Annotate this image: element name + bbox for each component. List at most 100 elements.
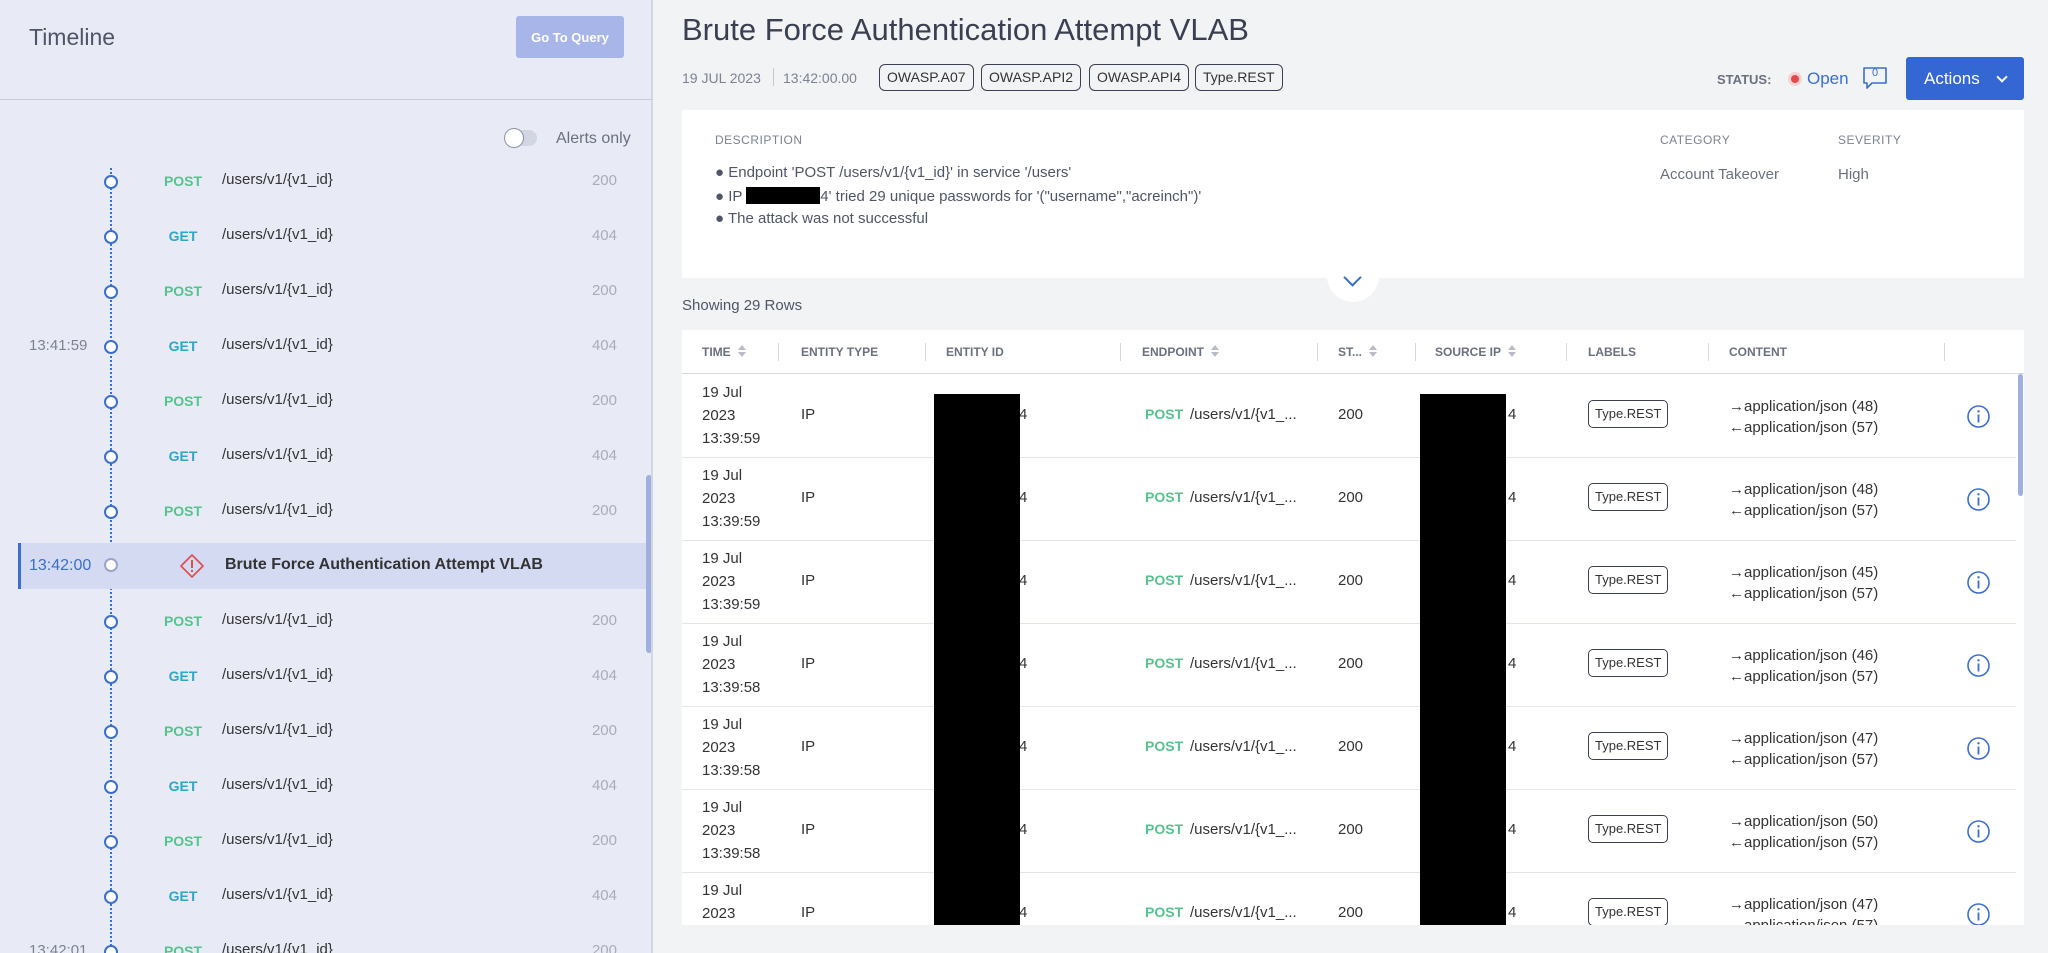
table-row[interactable]: 19 Jul 2023 13:39:59 IP 4 POST/users/v1/{v1_.…: [682, 541, 2016, 624]
tag-owasp-api4[interactable]: OWASP.API4: [1089, 64, 1190, 91]
column-divider: [1120, 343, 1121, 361]
redacted-entity-id-column: [934, 394, 1020, 925]
severity-value: High: [1838, 166, 1869, 183]
timeline-node-icon: [104, 725, 118, 739]
timeline-alert-row[interactable]: 13:42:00 Brute Force Authentication Attem…: [18, 543, 648, 589]
col-source-ip[interactable]: SOURCE IP: [1435, 345, 1517, 359]
timeline-node-icon: [104, 945, 118, 953]
sort-icon[interactable]: [1508, 345, 1517, 357]
cell-entity-id: 4: [1019, 821, 1028, 838]
cell-clock: 13:39:58: [702, 845, 761, 862]
cell-method: POST: [1145, 821, 1184, 837]
table-row[interactable]: 19 Jul 2023 13:39:58 IP 4 POST/users/v1/{v1_.…: [682, 624, 2016, 707]
timeline-path: /users/v1/{v1_id}: [222, 171, 333, 188]
table-row[interactable]: 19 Jul 2023 13:39:58 IP 4 POST/users/v1/{v1_.…: [682, 790, 2016, 873]
timeline-row[interactable]: POST/users/v1/{v1_id} 200: [0, 606, 651, 636]
info-icon[interactable]: [1966, 570, 1991, 595]
cell-label-tag[interactable]: Type.REST: [1588, 483, 1669, 511]
column-divider: [1566, 343, 1567, 361]
timeline-row[interactable]: GET/users/v1/{v1_id} 404: [0, 771, 651, 801]
timeline-method: POST: [163, 723, 203, 739]
cell-entity-type: IP: [801, 572, 816, 589]
table-header: TIME ENTITY TYPE ENTITY ID ENDPOINT ST..…: [682, 330, 2024, 374]
sort-icon[interactable]: [737, 345, 746, 357]
col-status[interactable]: ST...: [1338, 345, 1378, 359]
timeline-row[interactable]: 13:41:59 GET/users/v1/{v1_id} 404: [0, 331, 651, 361]
expand-description-button[interactable]: [1327, 262, 1379, 302]
tag-type-rest[interactable]: Type.REST: [1195, 64, 1283, 91]
cell-source-ip: 4: [1508, 572, 1517, 589]
timeline-row[interactable]: GET/users/v1/{v1_id} 404: [0, 661, 651, 691]
table-row[interactable]: 19 Jul 2023 13:39:59 IP 4 POST/users/v1/{v1_.…: [682, 375, 2016, 458]
column-divider: [1317, 343, 1318, 361]
description-ip-suffix: 4' tried 29 unique passwords for '("user…: [820, 188, 1202, 205]
timeline-path: /users/v1/{v1_id}: [222, 666, 333, 683]
timeline-status: 200: [591, 942, 617, 953]
actions-button[interactable]: Actions: [1906, 57, 2024, 100]
timeline-row[interactable]: POST/users/v1/{v1_id} 200: [0, 826, 651, 856]
table-row[interactable]: 19 Jul 2023 13:39:59 IP 4 POST/users/v1/{v1_.…: [682, 458, 2016, 541]
cell-label-tag[interactable]: Type.REST: [1588, 400, 1669, 428]
info-icon[interactable]: [1966, 902, 1991, 925]
timeline-time: 13:41:59: [29, 337, 88, 354]
description-header: DESCRIPTION: [715, 133, 803, 147]
table-row[interactable]: 19 Jul 2023 13:39:58 IP 4 POST/users/v1/{v1_.…: [682, 707, 2016, 790]
timeline-status: 200: [591, 722, 617, 739]
timeline-row[interactable]: GET/users/v1/{v1_id} 404: [0, 221, 651, 251]
tag-owasp-a07[interactable]: OWASP.A07: [879, 64, 974, 91]
timeline-row[interactable]: 13:42:01 POST/users/v1/{v1_id} 200: [0, 936, 651, 953]
cell-source-ip: 4: [1508, 821, 1517, 838]
cell-label-tag[interactable]: Type.REST: [1588, 732, 1669, 760]
timeline-path: /users/v1/{v1_id}: [222, 776, 333, 793]
status-label: STATUS:: [1717, 72, 1772, 87]
toggle-knob[interactable]: [504, 128, 524, 148]
timeline-node-icon: [104, 835, 118, 849]
col-endpoint[interactable]: ENDPOINT: [1142, 345, 1220, 359]
timeline-row[interactable]: POST/users/v1/{v1_id} 200: [0, 386, 651, 416]
cell-date-year: 2023: [702, 739, 736, 756]
content-request: →application/json (48): [1729, 481, 1879, 498]
timeline-row[interactable]: GET/users/v1/{v1_id} 404: [0, 441, 651, 471]
timeline-method: GET: [168, 778, 198, 794]
cell-content: →application/json (50) ←application/json …: [1729, 811, 1878, 853]
cell-date-day: 19 Jul: [702, 716, 743, 733]
info-icon[interactable]: [1966, 404, 1991, 429]
alert-date: 19 JUL 2023: [682, 70, 761, 86]
info-icon[interactable]: [1966, 736, 1991, 761]
table-row[interactable]: 19 Jul 2023 IP 4 POST/users/v1/{v1_... 200 4 Ty…: [682, 873, 2016, 925]
timeline-method: POST: [163, 613, 203, 629]
timeline-row[interactable]: POST/users/v1/{v1_id} 200: [0, 276, 651, 306]
timeline-method: GET: [168, 228, 198, 244]
cell-method: POST: [1145, 406, 1184, 422]
timeline-row[interactable]: POST/users/v1/{v1_id} 200: [0, 166, 651, 196]
cell-status: 200: [1338, 738, 1364, 755]
timeline-node-icon: [104, 558, 118, 572]
description-line-endpoint: ● Endpoint 'POST /users/v1/{v1_id}' in s…: [715, 164, 1072, 181]
cell-label-tag[interactable]: Type.REST: [1588, 815, 1669, 843]
alerts-only-toggle[interactable]: [504, 128, 537, 148]
cell-label-tag[interactable]: Type.REST: [1588, 566, 1669, 594]
col-time[interactable]: TIME: [702, 345, 746, 359]
status-value[interactable]: Open: [1807, 69, 1849, 89]
description-line-ip: ● IP 4' tried 29 unique passwords for '(…: [715, 187, 1201, 205]
cell-content: →application/json (47) ←application/json …: [1729, 894, 1878, 925]
sort-icon[interactable]: [1211, 345, 1220, 357]
sort-icon[interactable]: [1369, 345, 1378, 357]
cell-label-tag[interactable]: Type.REST: [1588, 898, 1669, 925]
timeline-status: 404: [591, 227, 617, 244]
info-icon[interactable]: [1966, 653, 1991, 678]
info-icon[interactable]: [1966, 819, 1991, 844]
timeline-row[interactable]: GET/users/v1/{v1_id} 404: [0, 881, 651, 911]
col-endpoint-label: ENDPOINT: [1142, 345, 1205, 359]
timeline-row[interactable]: POST/users/v1/{v1_id} 200: [0, 496, 651, 526]
table-scrollbar[interactable]: [2018, 374, 2023, 496]
timeline-row[interactable]: POST/users/v1/{v1_id} 200: [0, 716, 651, 746]
cell-label-tag[interactable]: Type.REST: [1588, 649, 1669, 677]
timeline-node-icon: [104, 890, 118, 904]
column-divider: [1708, 343, 1709, 361]
tag-owasp-api2[interactable]: OWASP.API2: [981, 64, 1082, 91]
info-icon[interactable]: [1966, 487, 1991, 512]
go-to-query-button[interactable]: Go To Query: [516, 16, 624, 58]
timeline-scrollbar[interactable]: [646, 475, 651, 653]
cell-content: →application/json (45) ←application/json …: [1729, 562, 1878, 604]
